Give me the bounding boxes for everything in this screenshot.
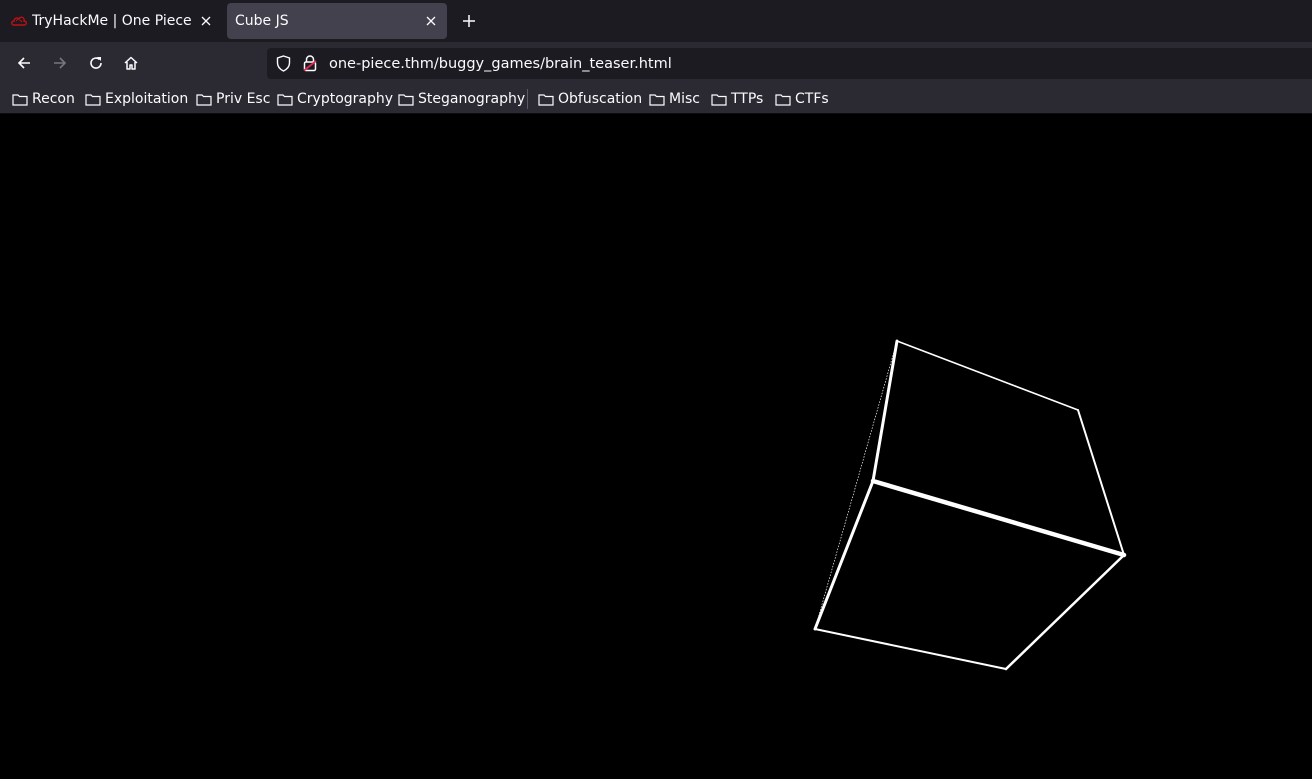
bookmark-label: Exploitation xyxy=(105,91,189,107)
folder-icon xyxy=(775,92,791,106)
bookmark-separator xyxy=(527,89,528,109)
cube-edge xyxy=(870,478,1127,558)
insecure-lock-icon[interactable] xyxy=(301,55,319,73)
bookmark-label: TTPs xyxy=(731,91,764,107)
close-tab-icon[interactable] xyxy=(194,9,218,33)
close-tab-icon[interactable] xyxy=(419,9,443,33)
url-text[interactable]: one-piece.thm/buggy_games/brain_teaser.h… xyxy=(329,56,672,72)
bookmark-label: Cryptography xyxy=(297,91,394,107)
browser-window: TryHackMe | One Piece Cube JS one-piece.… xyxy=(0,0,1312,779)
forward-button[interactable] xyxy=(47,50,73,76)
cube-edge xyxy=(814,628,1007,670)
folder-icon xyxy=(649,92,665,106)
bookmark-label: Steganography xyxy=(418,91,526,107)
folder-icon xyxy=(711,92,727,106)
home-icon xyxy=(124,56,138,70)
reload-button[interactable] xyxy=(83,50,109,76)
bookmark-label: Misc xyxy=(669,91,700,107)
tab-title: TryHackMe | One Piece xyxy=(32,13,192,29)
bookmark-folder-steganography[interactable]: Steganography xyxy=(398,88,525,110)
folder-icon xyxy=(12,92,28,106)
folder-icon xyxy=(398,92,414,106)
page-content xyxy=(0,114,1312,779)
cube-edge xyxy=(896,340,1079,411)
folder-icon xyxy=(85,92,101,106)
new-tab-button[interactable] xyxy=(456,8,482,34)
bookmark-folder-obfuscation[interactable]: Obfuscation xyxy=(538,88,642,110)
bookmark-label: CTFs xyxy=(795,91,829,107)
bookmark-label: Obfuscation xyxy=(558,91,643,107)
navigation-toolbar: one-piece.thm/buggy_games/brain_teaser.h… xyxy=(0,42,1312,84)
tab-title: Cube JS xyxy=(235,13,289,29)
folder-icon xyxy=(196,92,212,106)
cube-edge xyxy=(813,479,875,631)
plus-icon xyxy=(463,15,475,27)
tracking-protection-shield-icon[interactable] xyxy=(274,55,292,73)
cube-edge xyxy=(1004,553,1126,671)
tab-tryhackme[interactable]: TryHackMe | One Piece xyxy=(4,3,222,39)
address-bar[interactable]: one-piece.thm/buggy_games/brain_teaser.h… xyxy=(267,48,1312,79)
bookmark-folder-ttps[interactable]: TTPs xyxy=(711,88,763,110)
tryhackme-cloud-icon xyxy=(10,14,28,28)
reload-icon xyxy=(90,57,102,69)
arrow-left-icon xyxy=(17,57,30,69)
cube-canvas[interactable] xyxy=(0,114,1312,779)
bookmark-folder-ctfs[interactable]: CTFs xyxy=(775,88,829,110)
arrow-right-icon xyxy=(54,57,67,69)
bookmark-folder-misc[interactable]: Misc xyxy=(649,88,700,110)
tab-strip: TryHackMe | One Piece Cube JS xyxy=(0,0,1312,42)
cube-edge xyxy=(1077,409,1125,556)
cube-edge xyxy=(871,339,899,483)
bookmark-label: Priv Esc xyxy=(216,91,271,107)
folder-icon xyxy=(538,92,554,106)
bookmark-folder-exploitation[interactable]: Exploitation xyxy=(85,88,188,110)
folder-icon xyxy=(277,92,293,106)
bookmark-folder-priv-esc[interactable]: Priv Esc xyxy=(196,88,270,110)
back-button[interactable] xyxy=(11,50,37,76)
bookmark-folder-recon[interactable]: Recon xyxy=(12,88,75,110)
bookmark-folder-cryptography[interactable]: Cryptography xyxy=(277,88,393,110)
home-button[interactable] xyxy=(118,50,144,76)
bookmark-label: Recon xyxy=(32,91,75,107)
tab-cube-js[interactable]: Cube JS xyxy=(227,3,447,39)
bookmarks-toolbar: Recon Exploitation Priv Esc Cryptography… xyxy=(0,84,1312,114)
